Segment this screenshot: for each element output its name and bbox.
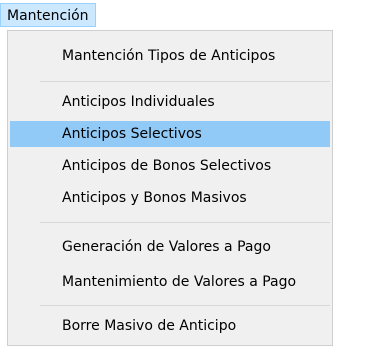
menu-item-anticipos-y-bonos-masivos[interactable]: Anticipos y Bonos Masivos bbox=[10, 185, 330, 211]
menu-item-borre-masivo-de-anticipo[interactable]: Borre Masivo de Anticipo bbox=[10, 313, 330, 339]
menu-item-mantenimiento-de-valores-a-pago[interactable]: Mantenimiento de Valores a Pago bbox=[10, 269, 330, 295]
menu-item-anticipos-individuales[interactable]: Anticipos Individuales bbox=[10, 89, 330, 115]
menu-item-mantencion-tipos-de-anticipos[interactable]: Mantención Tipos de Anticipos bbox=[10, 43, 330, 69]
menu-separator bbox=[40, 305, 330, 306]
menu-bar: Mantención bbox=[0, 0, 391, 28]
menu-mantencion[interactable]: Mantención bbox=[0, 3, 96, 27]
menu-item-anticipos-selectivos[interactable]: Anticipos Selectivos bbox=[10, 121, 330, 147]
menu-item-generacion-de-valores-a-pago[interactable]: Generación de Valores a Pago bbox=[10, 234, 330, 260]
menu-separator bbox=[40, 222, 330, 223]
dropdown-menu: Mantención Tipos de Anticipos Anticipos … bbox=[7, 30, 333, 346]
menu-item-anticipos-de-bonos-selectivos[interactable]: Anticipos de Bonos Selectivos bbox=[10, 153, 330, 179]
menu-separator bbox=[40, 81, 330, 82]
